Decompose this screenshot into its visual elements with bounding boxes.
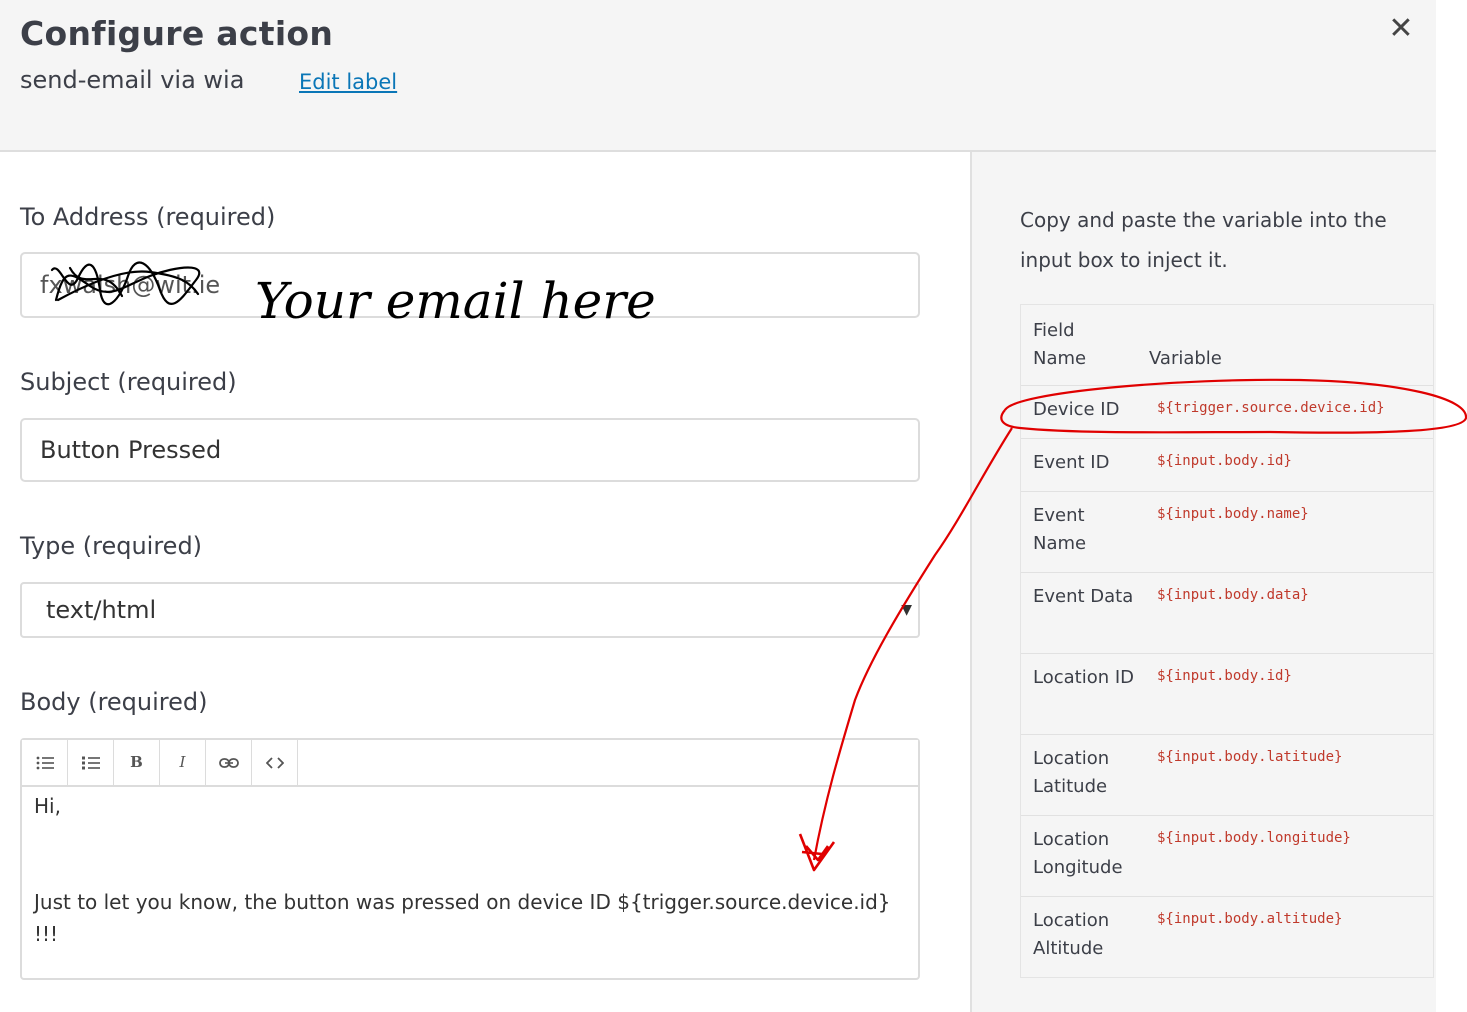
dialog-header: Configure action send-email via wia Edit… bbox=[0, 0, 1436, 152]
dialog-title: Configure action bbox=[20, 14, 334, 53]
to-address-value: fxwalsh@wit.ie bbox=[40, 271, 221, 299]
action-subtitle: send-email via wia bbox=[20, 66, 245, 94]
body-line: Hi, bbox=[34, 794, 61, 818]
table-row: Event Data ${input.body.data} bbox=[1021, 572, 1433, 654]
close-icon[interactable]: ✕ bbox=[1388, 14, 1414, 44]
body-content[interactable]: Hi, Just to let you know, the button was… bbox=[34, 790, 909, 950]
field-name: Location Latitude bbox=[1033, 748, 1110, 797]
subject-input[interactable]: Button Pressed bbox=[20, 418, 920, 482]
field-name: Event ID bbox=[1033, 452, 1110, 473]
code-icon[interactable] bbox=[252, 740, 298, 785]
field-name-header: Field Name bbox=[1033, 320, 1087, 369]
variable-code[interactable]: ${input.body.longitude} bbox=[1157, 830, 1351, 846]
body-line: !!! bbox=[34, 922, 59, 946]
editor-toolbar: B I bbox=[22, 740, 918, 787]
chevron-down-icon: ▼ bbox=[901, 602, 912, 618]
field-name: Location ID bbox=[1033, 667, 1135, 688]
to-address-label: To Address (required) bbox=[20, 203, 276, 231]
variable-code[interactable]: ${input.body.altitude} bbox=[1157, 911, 1342, 927]
body-line: Just to let you know, the button was pre… bbox=[34, 890, 891, 914]
numbered-list-icon[interactable] bbox=[68, 740, 114, 785]
table-row: Event ID ${input.body.id} bbox=[1021, 438, 1433, 492]
table-row: Location Altitude ${input.body.altitude} bbox=[1021, 896, 1433, 978]
bold-icon[interactable]: B bbox=[114, 740, 160, 785]
type-select[interactable]: text/html ▼ bbox=[20, 582, 920, 638]
table-row: Device ID ${trigger.source.device.id} bbox=[1021, 385, 1433, 439]
field-name: Device ID bbox=[1033, 399, 1120, 420]
body-editor[interactable]: B I Hi, Just to let you know, the button… bbox=[20, 738, 920, 980]
type-label: Type (required) bbox=[20, 532, 203, 560]
page-margin bbox=[1436, 0, 1467, 1012]
table-row: Location Latitude ${input.body.latitude} bbox=[1021, 734, 1433, 816]
edit-label-link[interactable]: Edit label bbox=[299, 70, 397, 94]
italic-icon[interactable]: I bbox=[160, 740, 206, 785]
body-label: Body (required) bbox=[20, 688, 208, 716]
variable-header: Variable bbox=[1149, 348, 1222, 369]
variable-code[interactable]: ${input.body.data} bbox=[1157, 587, 1309, 603]
table-row: Event Name ${input.body.name} bbox=[1021, 491, 1433, 573]
variable-code[interactable]: ${input.body.id} bbox=[1157, 668, 1292, 684]
field-name: Location Longitude bbox=[1033, 829, 1123, 878]
field-name: Event Name bbox=[1033, 505, 1087, 554]
field-name: Event Data bbox=[1033, 586, 1134, 607]
variables-table: Field Name Variable Device ID ${trigger.… bbox=[1020, 304, 1434, 978]
variable-code[interactable]: ${input.body.latitude} bbox=[1157, 749, 1342, 765]
variable-code[interactable]: ${input.body.id} bbox=[1157, 453, 1292, 469]
subject-value: Button Pressed bbox=[40, 436, 222, 464]
variable-code[interactable]: ${trigger.source.device.id} bbox=[1157, 400, 1385, 416]
subject-label: Subject (required) bbox=[20, 368, 237, 396]
variable-code[interactable]: ${input.body.name} bbox=[1157, 506, 1309, 522]
variables-hint: Copy and paste the variable into the inp… bbox=[1020, 208, 1387, 272]
table-row: Location Longitude ${input.body.longitud… bbox=[1021, 815, 1433, 897]
field-name: Location Altitude bbox=[1033, 910, 1110, 959]
to-address-input[interactable]: fxwalsh@wit.ie bbox=[20, 252, 920, 318]
bullet-list-icon[interactable] bbox=[22, 740, 68, 785]
link-icon[interactable] bbox=[206, 740, 252, 785]
type-value: text/html bbox=[46, 596, 157, 624]
table-row: Location ID ${input.body.id} bbox=[1021, 653, 1433, 735]
